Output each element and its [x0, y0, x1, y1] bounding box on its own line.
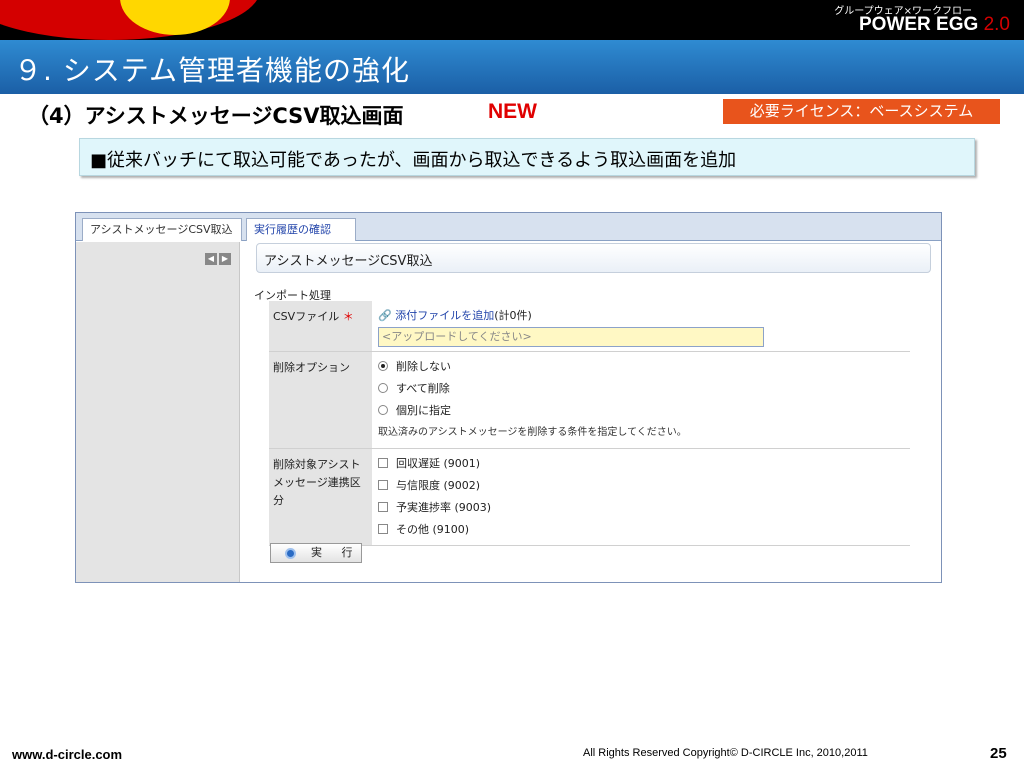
description-box: ■従来バッチにて取込可能であったが、画面から取込できるよう取込画面を追加	[79, 138, 975, 176]
checkbox-option[interactable]: 回収遅延 (9001)	[378, 453, 904, 475]
radio-label: 個別に指定	[396, 404, 451, 417]
delete-option-note: 取込済みのアシストメッセージを削除する条件を指定してください。	[378, 427, 687, 438]
csv-value: 🔗 添付ファイルを追加(計0件) <アップロードしてください>	[372, 301, 910, 352]
tab-history[interactable]: 実行履歴の確認	[246, 218, 356, 241]
radio-option-specify[interactable]: 個別に指定	[378, 400, 904, 422]
import-form: CSVファイル ＊ 🔗 添付ファイルを追加(計0件) <アップロードしてください…	[269, 301, 910, 546]
checkbox-option[interactable]: 与信限度 (9002)	[378, 475, 904, 497]
chevron-left-icon[interactable]: ◀	[205, 253, 217, 265]
required-mark: ＊	[342, 310, 354, 323]
delete-option-value: 削除しない すべて削除 個別に指定 取込済みのアシストメッセージを削除する条件を…	[372, 351, 910, 449]
footer-copyright: All Rights Reserved Copyright© D-CIRCLE …	[583, 747, 868, 759]
page-title: アシストメッセージCSV取込	[264, 254, 433, 269]
page-header: アシストメッセージCSV取込	[256, 243, 931, 273]
execute-button[interactable]: 実 行	[270, 543, 362, 563]
checkbox-label: 予実進捗率 (9003)	[396, 501, 492, 514]
tab-csv-import[interactable]: アシストメッセージCSV取込	[82, 218, 242, 241]
radio-option-delete-all[interactable]: すべて削除	[378, 378, 904, 400]
circle-icon	[285, 548, 296, 559]
csv-label: CSVファイル ＊	[269, 301, 372, 352]
footer-website: www.d-circle.com	[12, 747, 123, 762]
target-value: 回収遅延 (9001) 与信限度 (9002) 予実進捗率 (9003) その他…	[372, 448, 910, 546]
execute-label: 実 行	[311, 546, 361, 559]
description-text: ■従来バッチにて取込可能であったが、画面から取込できるよう取込画面を追加	[90, 150, 737, 171]
brand-logo: POWER EGG 2.0	[859, 14, 1010, 36]
brand-name: POWER EGG	[859, 14, 979, 35]
app-screenshot: アシストメッセージCSV取込 実行履歴の確認 ◀ ▶ アシストメッセージCSV取込…	[75, 212, 942, 583]
form-row-delete-option: 削除オプション 削除しない すべて削除 個別に指定 取込済みのアシストメッセージ…	[269, 351, 910, 449]
slide-title: ９. システム管理者機能の強化	[14, 54, 410, 87]
delete-option-label: 削除オプション	[269, 351, 372, 449]
checkbox[interactable]	[378, 480, 388, 490]
target-label: 削除対象アシスト メッセージ連携区 分	[269, 448, 372, 546]
form-row-target: 削除対象アシスト メッセージ連携区 分 回収遅延 (9001) 与信限度 (90…	[269, 448, 910, 546]
target-label-line: 削除対象アシスト	[273, 458, 361, 471]
attach-count: (計0件)	[494, 309, 532, 322]
target-label-line: メッセージ連携区	[273, 476, 361, 489]
checkbox[interactable]	[378, 458, 388, 468]
top-banner: グループウェア×ワークフロー POWER EGG 2.0	[0, 0, 1024, 40]
radio-label: 削除しない	[396, 360, 451, 373]
checkbox-option[interactable]: その他 (9100)	[378, 519, 904, 541]
license-badge: 必要ライセンス：ベースシステム	[723, 99, 1000, 124]
new-badge: NEW	[488, 100, 537, 123]
radio-option-no-delete[interactable]: 削除しない	[378, 356, 904, 378]
checkbox-label: 与信限度 (9002)	[396, 479, 481, 492]
left-sidebar: ◀ ▶	[76, 242, 240, 582]
checkbox[interactable]	[378, 502, 388, 512]
attach-file-link[interactable]: 添付ファイルを追加	[395, 309, 494, 322]
radio-unselected[interactable]	[378, 383, 388, 393]
checkbox[interactable]	[378, 524, 388, 534]
tab-strip: アシストメッセージCSV取込 実行履歴の確認	[76, 213, 941, 241]
slide-subtitle: （4）アシストメッセージCSV取込画面	[28, 104, 404, 128]
target-label-line: 分	[273, 494, 284, 507]
radio-label: すべて削除	[396, 382, 450, 395]
csv-label-text: CSVファイル	[273, 310, 340, 323]
checkbox-option[interactable]: 予実進捗率 (9003)	[378, 497, 904, 519]
radio-unselected[interactable]	[378, 405, 388, 415]
nav-arrows: ◀ ▶	[203, 246, 231, 265]
page-number: 25	[990, 745, 1007, 762]
paperclip-icon: 🔗	[378, 309, 392, 322]
brand-version: 2.0	[983, 14, 1010, 35]
checkbox-label: その他 (9100)	[396, 523, 470, 536]
upload-dropzone[interactable]: <アップロードしてください>	[378, 327, 764, 347]
chevron-right-icon[interactable]: ▶	[219, 253, 231, 265]
form-row-csv: CSVファイル ＊ 🔗 添付ファイルを追加(計0件) <アップロードしてください…	[269, 301, 910, 352]
title-band: ９. システム管理者機能の強化	[0, 40, 1024, 94]
checkbox-label: 回収遅延 (9001)	[396, 457, 481, 470]
radio-selected[interactable]	[378, 361, 388, 371]
